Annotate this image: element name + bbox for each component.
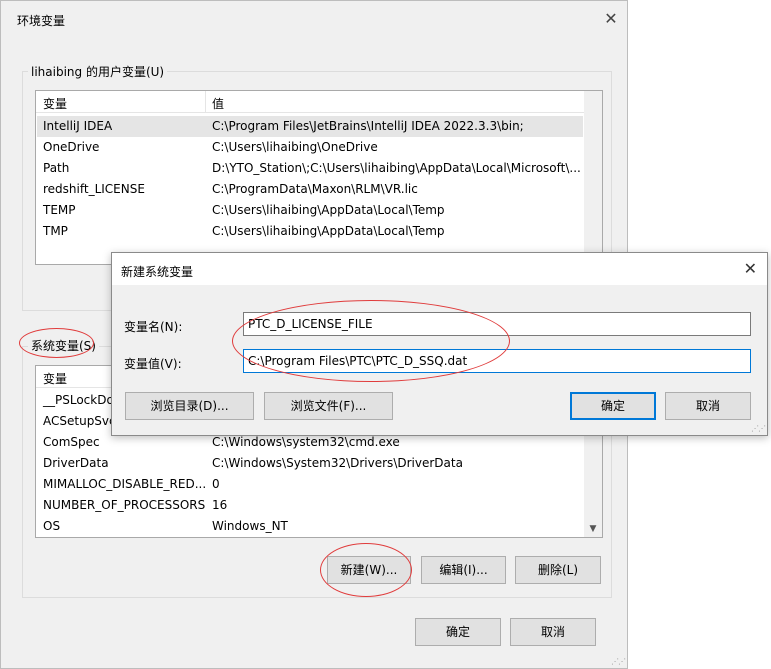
variable-value-input[interactable]: C:\Program Files\PTC\PTC_D_SSQ.dat [243,349,751,373]
column-header-value[interactable]: 值 [212,95,224,112]
dialog-titlebar: 新建系统变量 ✕ [112,253,767,285]
table-row[interactable]: TMP C:\Users\lihaibing\AppData\Local\Tem… [37,221,583,242]
list-header: 变量 值 [36,91,602,113]
new-system-variable-button[interactable]: 新建(W)... [327,556,411,584]
table-row[interactable]: OneDrive C:\Users\lihaibing\OneDrive [37,137,583,158]
cancel-button[interactable]: 取消 [510,618,596,646]
system-variables-label: 系统变量(S) [28,337,99,354]
resize-grip-icon[interactable]: ⋰⋰ [751,424,766,433]
table-row[interactable]: OS Windows_NT [37,516,583,537]
dialog-title: 新建系统变量 [121,265,194,279]
resize-grip-icon[interactable]: ⋰⋰ [611,657,626,666]
table-row[interactable]: Path D:\YTO_Station\;C:\Users\lihaibing\… [37,158,583,179]
browse-file-button[interactable]: 浏览文件(F)... [264,392,393,420]
variable-name-label: 变量名(N): [124,320,183,334]
browse-directory-button[interactable]: 浏览目录(D)... [125,392,254,420]
column-header-variable[interactable]: 变量 [43,95,67,112]
table-row[interactable]: NUMBER_OF_PROCESSORS 16 [37,495,583,516]
delete-system-variable-button[interactable]: 删除(L) [515,556,601,584]
close-icon[interactable]: ✕ [744,259,757,278]
table-row[interactable]: TEMP C:\Users\lihaibing\AppData\Local\Te… [37,200,583,221]
chevron-down-icon[interactable]: ▼ [584,521,602,537]
cancel-button[interactable]: 取消 [665,392,751,420]
vertical-scrollbar[interactable] [584,91,602,264]
dialog-title: 环境变量 [17,14,66,28]
table-row[interactable]: MIMALLOC_DISABLE_RED... 0 [37,474,583,495]
ok-button[interactable]: 确定 [570,392,656,420]
table-row[interactable]: DriverData C:\Windows\System32\Drivers\D… [37,453,583,474]
new-system-variable-dialog: 新建系统变量 ✕ 变量名(N): PTC_D_LICENSE_FILE 变量值(… [111,252,768,436]
ok-button[interactable]: 确定 [415,618,501,646]
user-variables-list[interactable]: 变量 值 IntelliJ IDEA C:\Program Files\JetB… [35,90,603,265]
column-header-variable[interactable]: 变量 [43,370,67,387]
close-icon[interactable]: ✕ [601,9,621,29]
table-row[interactable]: IntelliJ IDEA C:\Program Files\JetBrains… [37,116,583,137]
user-variables-label: lihaibing 的用户变量(U) [28,63,168,80]
variable-name-input[interactable]: PTC_D_LICENSE_FILE [243,312,751,336]
table-row[interactable]: redshift_LICENSE C:\ProgramData\Maxon\RL… [37,179,583,200]
edit-system-variable-button[interactable]: 编辑(I)... [421,556,506,584]
variable-value-label: 变量值(V): [124,357,182,371]
